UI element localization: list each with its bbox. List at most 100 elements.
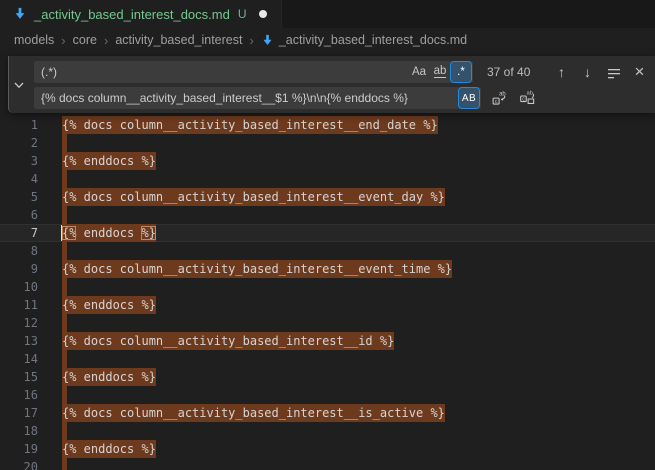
line-number: 14: [0, 350, 38, 368]
code-line[interactable]: 19 {% enddocs %}: [0, 440, 655, 458]
find-match-highlight: {% docs column__activity_based_interest_…: [62, 404, 445, 422]
code-line[interactable]: 17{% docs column__activity_based_interes…: [0, 404, 655, 422]
breadcrumb-item-core[interactable]: core: [73, 33, 97, 47]
find-match-highlight: {% enddocs %}: [62, 440, 156, 458]
find-match-highlight-empty: [62, 314, 67, 332]
code-text: {% enddocs %}: [62, 368, 156, 386]
find-replace-widget: (.*) Aa ab .* 37 of 40 ↑ ↓ × {% docs col…: [8, 56, 655, 113]
code-line[interactable]: 5{% docs column__activity_based_interest…: [0, 188, 655, 206]
line-number: 1: [0, 116, 38, 134]
code-line[interactable]: 10: [0, 278, 655, 296]
svg-text:ab: ab: [527, 91, 533, 97]
find-match-highlight: {% docs column__activity_based_interest_…: [62, 332, 394, 350]
code-line[interactable]: 11 {% enddocs %}: [0, 296, 655, 314]
find-match-highlight: {% docs column__activity_based_interest_…: [62, 260, 452, 278]
code-line[interactable]: 3 {% enddocs %}: [0, 152, 655, 170]
find-match-highlight-empty: [62, 242, 67, 260]
preserve-case-toggle[interactable]: AB: [459, 88, 479, 108]
unsaved-changes-dot[interactable]: [259, 10, 267, 18]
line-number: 3: [0, 152, 38, 170]
arrow-down-icon: ↓: [584, 64, 591, 80]
replace-button[interactable]: ab c: [489, 87, 510, 108]
breadcrumb-item-activity-based-interest[interactable]: activity_based_interest: [115, 33, 242, 47]
code-line[interactable]: 4: [0, 170, 655, 188]
find-input-value[interactable]: (.*): [34, 65, 408, 79]
code-line[interactable]: 18: [0, 422, 655, 440]
code-line[interactable]: 2: [0, 134, 655, 152]
line-number: 19: [0, 440, 38, 458]
chevron-down-icon: [11, 77, 27, 93]
line-number: 5: [0, 188, 38, 206]
line-number: 11: [0, 296, 38, 314]
close-find-widget-button[interactable]: ×: [629, 61, 650, 82]
code-text: {% docs column__activity_based_interest_…: [62, 116, 438, 134]
breadcrumb-item-file[interactable]: _activity_based_interest_docs.md: [279, 33, 467, 47]
replace-input[interactable]: {% docs column__activity_based_interest_…: [34, 87, 481, 109]
editor-tab[interactable]: _activity_based_interest_docs.md U: [0, 0, 282, 28]
replace-input-value[interactable]: {% docs column__activity_based_interest_…: [34, 91, 458, 105]
line-number: 8: [0, 242, 38, 260]
code-text: {% enddocs %}: [62, 440, 156, 458]
replace-actions: ab c ab c: [489, 87, 538, 108]
tab-filename: _activity_based_interest_docs.md: [34, 7, 230, 22]
code-line[interactable]: 20: [0, 458, 655, 470]
line-number: 13: [0, 332, 38, 350]
code-line[interactable]: 15 {% enddocs %}: [0, 368, 655, 386]
line-number: 10: [0, 278, 38, 296]
code-line[interactable]: 13 {% docs column__activity_based_interes…: [0, 332, 655, 350]
close-icon: ×: [635, 62, 645, 82]
line-number: 6: [0, 206, 38, 224]
line-number: 15: [0, 368, 38, 386]
vscode-editor-window: 1 {% docs column__activity_based_interest…: [0, 0, 655, 470]
selection-lines-icon: [606, 64, 622, 80]
replace-icon: ab c: [491, 89, 508, 106]
replace-all-icon: ab c: [519, 89, 536, 106]
find-match-highlight: {% enddocs %}: [62, 368, 156, 386]
find-match-highlight: {% docs column__activity_based_interest_…: [62, 116, 438, 134]
code-line[interactable]: 9 {% docs column__activity_based_interest…: [0, 260, 655, 278]
find-input[interactable]: (.*) Aa ab .*: [34, 61, 473, 83]
find-match-highlight: {% enddocs %}: [62, 224, 156, 242]
code-line[interactable]: 14: [0, 350, 655, 368]
toggle-replace-button[interactable]: [10, 76, 27, 93]
find-match-highlight-empty: [62, 350, 67, 368]
regex-toggle[interactable]: .*: [451, 62, 471, 82]
code-line[interactable]: 1 {% docs column__activity_based_interest…: [0, 116, 655, 134]
svg-text:c: c: [522, 96, 525, 102]
markdown-file-icon: [13, 7, 27, 21]
breadcrumb-separator: ›: [249, 33, 253, 48]
match-case-toggle[interactable]: Aa: [409, 62, 429, 82]
line-number: 4: [0, 170, 38, 188]
breadcrumb-separator: ›: [104, 33, 108, 48]
code-text: {% enddocs %}: [62, 224, 156, 242]
find-match-highlight: {% enddocs %}: [62, 152, 156, 170]
replace-all-icon-button[interactable]: ab c: [517, 87, 538, 108]
line-number: 2: [0, 134, 38, 152]
previous-match-button[interactable]: ↑: [551, 61, 572, 82]
line-number: 16: [0, 386, 38, 404]
code-line[interactable]: 12: [0, 314, 655, 332]
code-text: {% docs column__activity_based_interest_…: [62, 332, 394, 350]
whole-word-toggle[interactable]: ab: [430, 62, 450, 82]
code-line[interactable]: 8: [0, 242, 655, 260]
find-match-highlight-empty: [62, 458, 67, 470]
code-line[interactable]: 6: [0, 206, 655, 224]
line-number: 18: [0, 422, 38, 440]
tab-bar: _activity_based_interest_docs.md U: [0, 0, 655, 28]
bracket-match: %}: [141, 226, 155, 240]
code-line[interactable]: 16: [0, 386, 655, 404]
markdown-file-icon: [261, 34, 274, 47]
find-match-highlight: {% enddocs %}: [62, 296, 156, 314]
find-in-selection-button[interactable]: [603, 61, 624, 82]
find-actions: ↑ ↓ ×: [551, 61, 650, 82]
next-match-button[interactable]: ↓: [577, 61, 598, 82]
breadcrumb-separator: ›: [61, 33, 65, 48]
code-line[interactable]: 7{% enddocs %}: [0, 224, 655, 242]
find-match-highlight-empty: [62, 386, 67, 404]
line-number: 9: [0, 260, 38, 278]
code-text: {% enddocs %}: [62, 296, 156, 314]
arrow-up-icon: ↑: [558, 64, 565, 80]
breadcrumb-item-models[interactable]: models: [14, 33, 54, 47]
find-match-highlight-empty: [62, 134, 67, 152]
code-text: {% docs column__activity_based_interest_…: [62, 404, 445, 422]
